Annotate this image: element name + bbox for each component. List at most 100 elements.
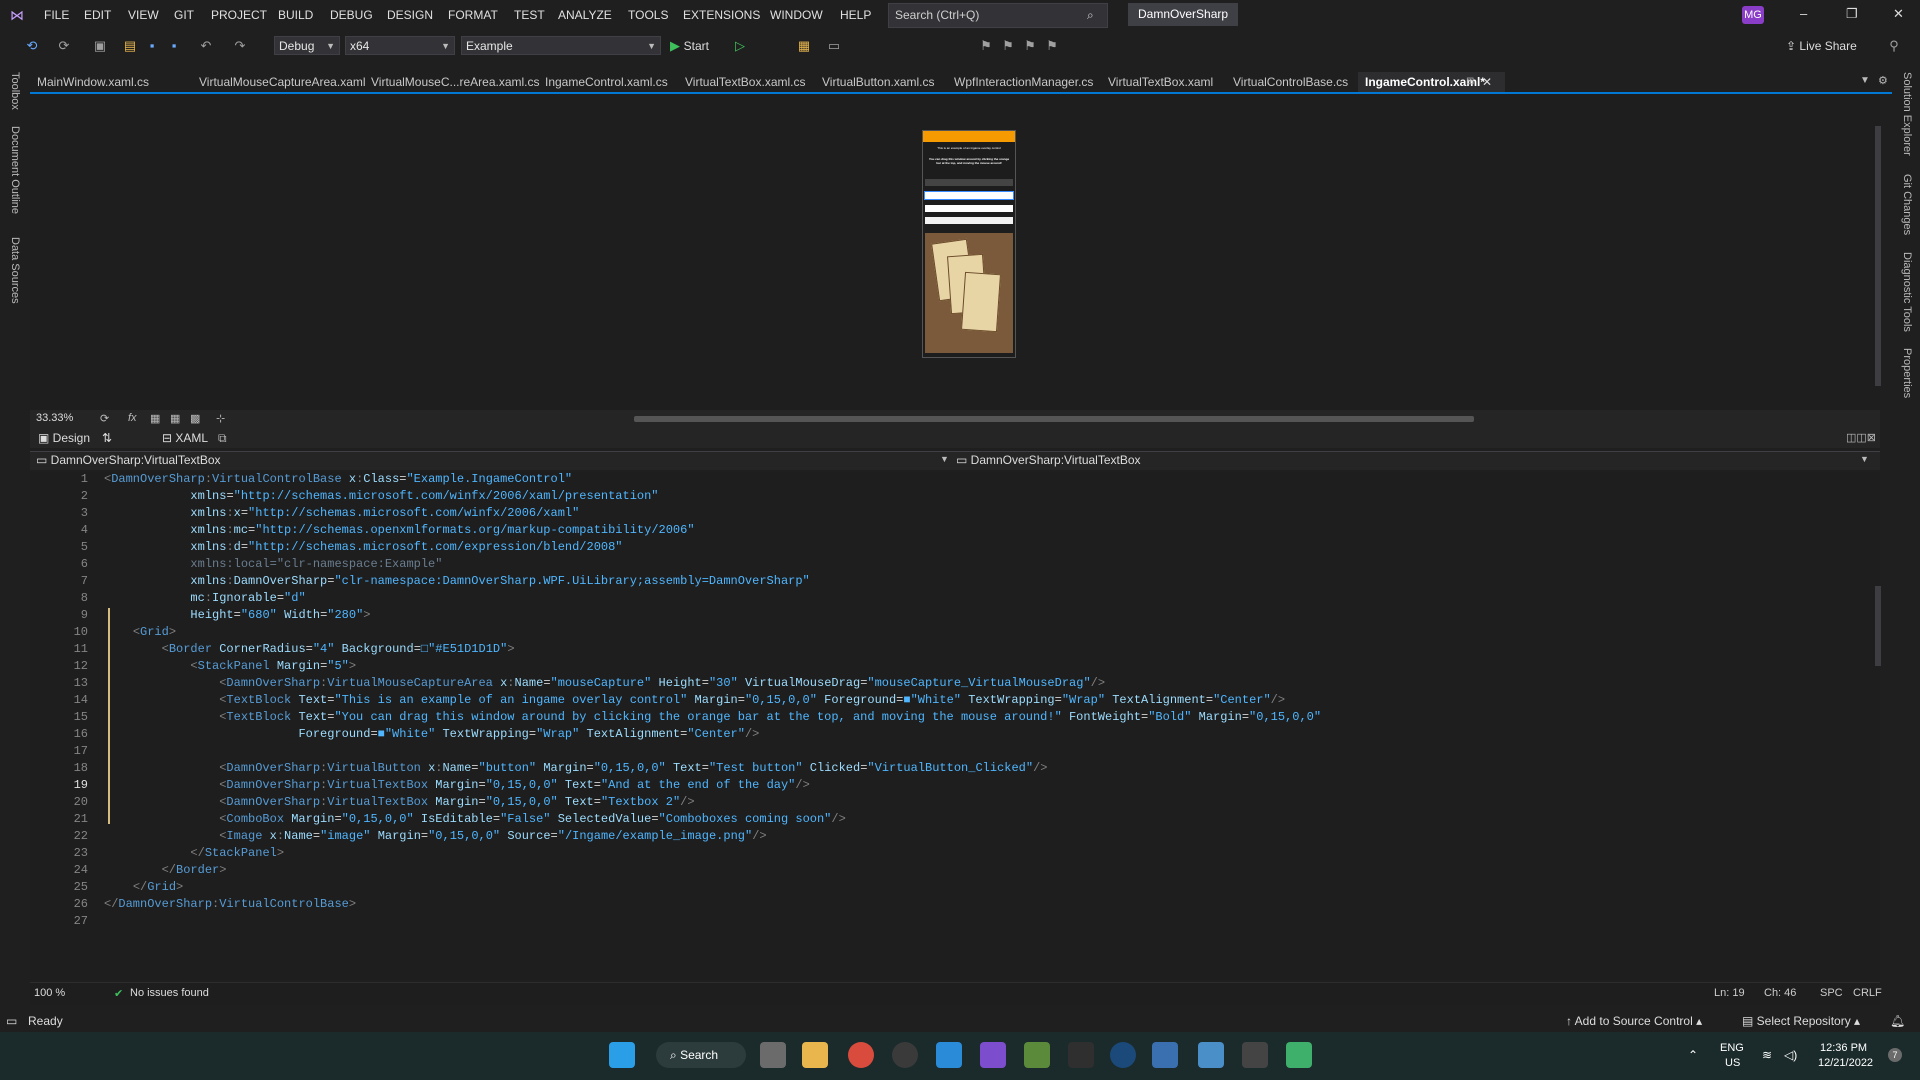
document-outline-tab[interactable]: Document Outline: [9, 126, 21, 214]
code-line[interactable]: xmlns:x="http://schemas.microsoft.com/wi…: [104, 506, 579, 520]
minimize-icon[interactable]: –: [1800, 6, 1807, 21]
tab-ingamecontrol-xaml[interactable]: IngameControl.xaml* ⊞ ✕: [1358, 72, 1505, 92]
tab-virtualcontrolbase-cs[interactable]: VirtualControlBase.cs: [1226, 72, 1361, 92]
settings-icon[interactable]: ⚙: [1878, 74, 1888, 87]
design-horizontal-scrollbar[interactable]: [634, 416, 1474, 422]
code-line[interactable]: mc:Ignorable="d": [104, 591, 305, 605]
menu-debug[interactable]: DEBUG: [330, 8, 373, 22]
search-input[interactable]: Search (Ctrl+Q) ⌕: [888, 3, 1108, 28]
menu-tools[interactable]: TOOLS: [628, 8, 668, 22]
start-button[interactable]: ▶ Start: [670, 38, 709, 54]
code-line[interactable]: xmlns:d="http://schemas.microsoft.com/ex…: [104, 540, 622, 554]
properties-tab[interactable]: Properties: [1901, 348, 1913, 398]
menu-design[interactable]: DESIGN: [387, 8, 433, 22]
photos-icon[interactable]: [1198, 1042, 1224, 1068]
code-line[interactable]: <StackPanel Margin="5">: [104, 659, 356, 673]
menu-view[interactable]: VIEW: [128, 8, 159, 22]
tab-virtualmousecapturearea-cs[interactable]: VirtualMouseC...reArea.xaml.cs: [364, 72, 541, 92]
code-line[interactable]: <DamnOverSharp:VirtualTextBox Margin="0,…: [104, 795, 694, 809]
design-vertical-scrollbar[interactable]: [1874, 96, 1882, 396]
code-line[interactable]: <DamnOverSharp:VirtualButton x:Name="but…: [104, 761, 1047, 775]
image-viewer-icon[interactable]: [1286, 1042, 1312, 1068]
notification-icon[interactable]: 🔔︎: [1890, 1014, 1905, 1028]
code-line[interactable]: <TextBlock Text="This is an example of a…: [104, 693, 1285, 707]
breadcrumb-right[interactable]: ▭ DamnOverSharp:VirtualTextBox: [956, 453, 1141, 467]
steam-icon[interactable]: [1110, 1042, 1136, 1068]
code-line[interactable]: <DamnOverSharp:VirtualMouseCaptureArea x…: [104, 676, 1105, 690]
menu-help[interactable]: HELP: [840, 8, 871, 22]
file-explorer-icon[interactable]: [802, 1042, 828, 1068]
close-tab-icon[interactable]: ✕: [1482, 72, 1492, 92]
epic-games-icon[interactable]: [1068, 1042, 1094, 1068]
volume-icon[interactable]: ◁): [1784, 1048, 1797, 1062]
code-line[interactable]: </Border>: [104, 863, 227, 877]
swap-panes-icon[interactable]: ⇅: [102, 431, 112, 445]
drag-bar[interactable]: [923, 131, 1015, 142]
restore-icon[interactable]: ❐: [1846, 6, 1858, 22]
bookmark-icon[interactable]: ⚑: [978, 38, 994, 54]
feedback-icon[interactable]: ⚲: [1886, 38, 1902, 54]
startup-select[interactable]: Example ▼: [461, 36, 661, 55]
chrome-icon[interactable]: [848, 1042, 874, 1068]
tab-overflow-icon[interactable]: ▼: [1860, 75, 1870, 86]
pin-icon[interactable]: ⊞: [1466, 72, 1474, 92]
obs-icon[interactable]: [892, 1042, 918, 1068]
xaml-tab[interactable]: ⊟ XAML: [162, 431, 208, 445]
code-line[interactable]: Foreground=■"White" TextWrapping="Wrap" …: [104, 727, 759, 741]
snap-icon[interactable]: ▦: [170, 412, 180, 425]
bookmark-next-icon[interactable]: ⚑: [1022, 38, 1038, 54]
config-select[interactable]: Debug ▼: [274, 36, 340, 55]
tab-virtualtextbox-xaml[interactable]: VirtualTextBox.xaml: [1101, 72, 1228, 92]
redo-icon[interactable]: ↷: [232, 38, 248, 54]
breadcrumb-left-dropdown-icon[interactable]: ▼: [940, 454, 949, 464]
breadcrumb-right-dropdown-icon[interactable]: ▼: [1860, 454, 1869, 464]
split-layout-icon[interactable]: ◫◫⊠: [1846, 431, 1876, 444]
grid-icon[interactable]: ▦: [150, 412, 160, 425]
visual-studio-icon[interactable]: [980, 1042, 1006, 1068]
design-tab[interactable]: ▣ Design: [38, 431, 90, 445]
menu-extensions[interactable]: EXTENSIONS: [683, 8, 760, 22]
column-indicator[interactable]: Ch: 46: [1764, 987, 1796, 999]
code-line[interactable]: <Image x:Name="image" Margin="0,15,0,0" …: [104, 829, 766, 843]
editor-vertical-scrollbar[interactable]: [1874, 476, 1882, 976]
save-icon[interactable]: ▪: [144, 38, 160, 54]
start-menu-icon[interactable]: [609, 1042, 635, 1068]
code-line[interactable]: <TextBlock Text="You can drag this windo…: [104, 710, 1321, 724]
menu-git[interactable]: GIT: [174, 8, 194, 22]
preview-button[interactable]: [925, 179, 1013, 186]
bookmark-clear-icon[interactable]: ⚑: [1044, 38, 1060, 54]
diagnostic-tools-tab[interactable]: Diagnostic Tools: [1901, 252, 1913, 332]
save-all-icon[interactable]: ▪: [166, 38, 182, 54]
layout-icon[interactable]: ▭: [826, 38, 842, 54]
preview-combobox[interactable]: [925, 217, 1013, 224]
forward-icon[interactable]: ⟳: [56, 38, 72, 54]
artboard-icon[interactable]: ▩: [190, 412, 200, 425]
fx-icon[interactable]: fx: [128, 412, 137, 424]
app-icon[interactable]: [1152, 1042, 1178, 1068]
tab-ingamecontrol-cs[interactable]: IngameControl.xaml.cs: [538, 72, 681, 92]
editor-zoom-select[interactable]: 100 %: [34, 987, 65, 999]
code-line[interactable]: <ComboBox Margin="0,15,0,0" IsEditable="…: [104, 812, 846, 826]
start-without-debug-icon[interactable]: ▷: [732, 38, 748, 54]
code-line[interactable]: <DamnOverSharp:VirtualTextBox Margin="0,…: [104, 778, 810, 792]
menu-analyze[interactable]: ANALYZE: [558, 8, 612, 22]
code-line[interactable]: </StackPanel>: [104, 846, 284, 860]
menu-format[interactable]: FORMAT: [448, 8, 498, 22]
clock-time[interactable]: 12:36 PM: [1820, 1042, 1867, 1054]
solution-explorer-tab[interactable]: Solution Explorer: [1901, 72, 1913, 156]
code-line[interactable]: </DamnOverSharp:VirtualControlBase>: [104, 897, 356, 911]
language-indicator[interactable]: ENG: [1720, 1042, 1744, 1054]
tab-virtualbutton-cs[interactable]: VirtualButton.xaml.cs: [815, 72, 950, 92]
back-icon[interactable]: ⟲: [24, 38, 40, 54]
tray-chevron-icon[interactable]: ⌃: [1688, 1048, 1698, 1062]
line-ending-indicator[interactable]: CRLF: [1853, 987, 1882, 999]
close-window-icon[interactable]: ✕: [1893, 6, 1904, 22]
design-preview[interactable]: This is an example of an ingame overlay …: [922, 130, 1016, 358]
menu-window[interactable]: WINDOW: [770, 8, 823, 22]
select-repository-button[interactable]: ▤ Select Repository ▴: [1742, 1014, 1860, 1028]
menu-build[interactable]: BUILD: [278, 8, 313, 22]
live-share-button[interactable]: ⇪ Live Share: [1786, 39, 1857, 53]
code-line[interactable]: xmlns:DamnOverSharp="clr-namespace:DamnO…: [104, 574, 809, 588]
preview-textbox-2[interactable]: [925, 205, 1013, 212]
issues-status[interactable]: No issues found: [130, 987, 209, 999]
